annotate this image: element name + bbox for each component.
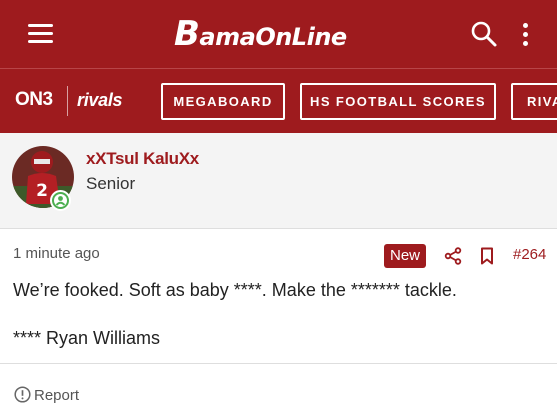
report-label: Report (34, 387, 80, 404)
share-icon[interactable] (444, 247, 462, 265)
on3-logo[interactable]: ON3 (15, 89, 53, 111)
top-app-bar: BamaOnLine (0, 0, 557, 68)
post-body-line: We’re fooked. Soft as baby ****. Make th… (13, 280, 457, 300)
network-nav: ON3 rivals MEGABOARD HS FOOTBALL SCORES … (0, 68, 557, 133)
logo-rest: amaOnLine (199, 23, 347, 51)
post-timestamp[interactable]: 1 minute ago (13, 245, 100, 262)
more-options-icon[interactable] (518, 21, 532, 47)
brand-divider (67, 86, 68, 116)
user-title: Senior (86, 174, 136, 193)
nav-hs-football-scores-button[interactable]: HS FOOTBALL SCORES (300, 83, 496, 120)
username-link[interactable]: xXTsul KaluXx (86, 149, 199, 169)
jersey-number: 2 (36, 181, 48, 201)
new-badge: New (384, 244, 426, 268)
menu-icon[interactable] (28, 24, 53, 44)
post-author-panel: 2 xXTsul KaluXx Senior (0, 133, 557, 229)
site-logo[interactable]: BamaOnLine (174, 12, 347, 56)
rivals-logo[interactable]: rivals (77, 90, 123, 111)
post-body-line: **** Ryan Williams (13, 328, 161, 348)
nav-megaboard-button[interactable]: MEGABOARD (161, 83, 285, 120)
post-number-link[interactable]: #264 (513, 246, 546, 263)
report-icon (14, 386, 31, 403)
logo-initial: B (174, 14, 200, 54)
search-icon[interactable] (470, 20, 498, 48)
online-status-icon (50, 190, 71, 211)
bookmark-icon[interactable] (480, 247, 494, 265)
post-divider (0, 363, 557, 364)
nav-rivals-button[interactable]: RIVA (511, 83, 557, 120)
